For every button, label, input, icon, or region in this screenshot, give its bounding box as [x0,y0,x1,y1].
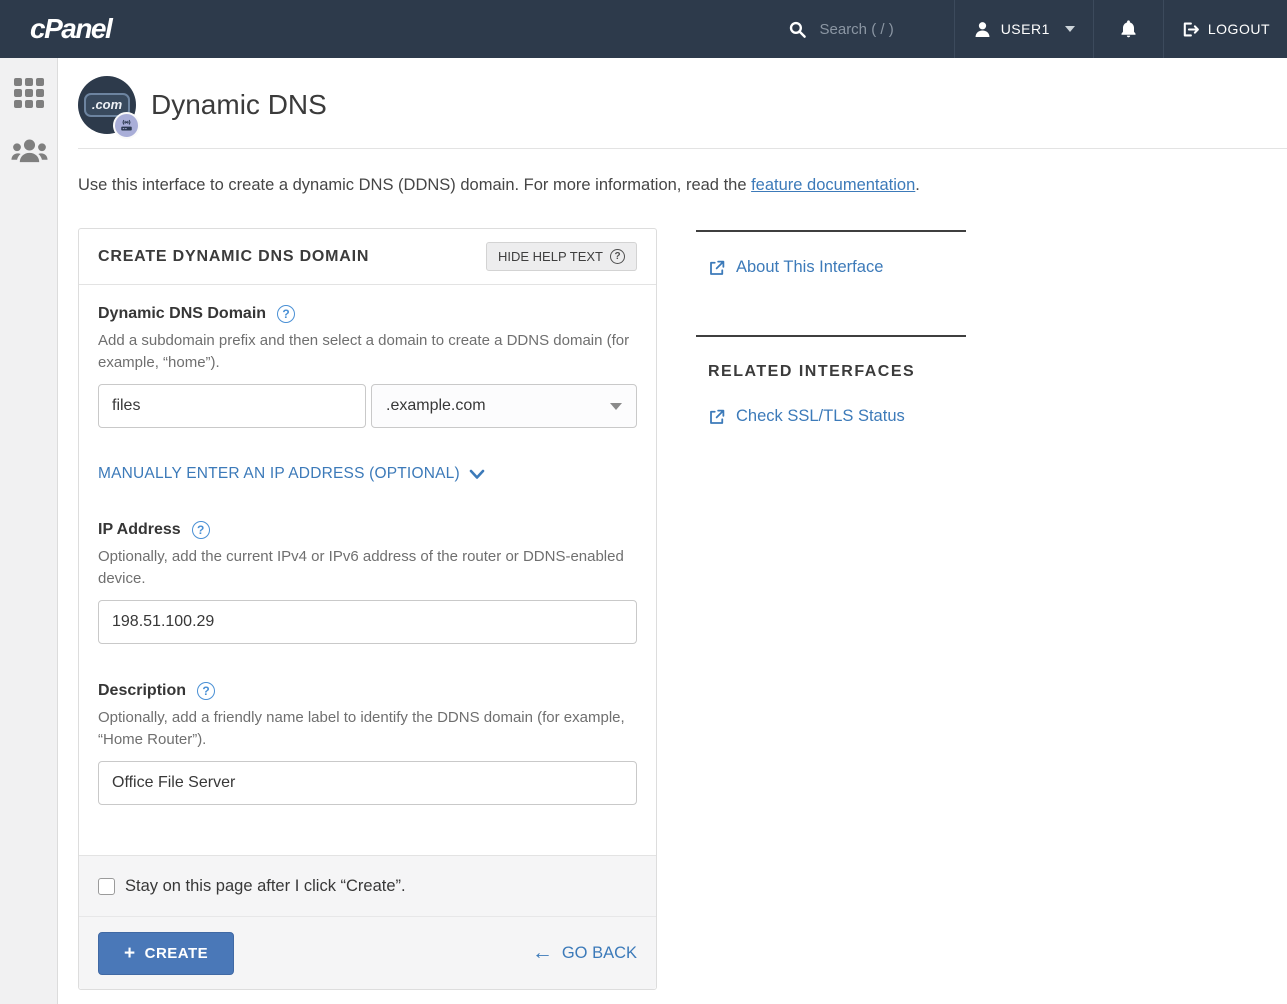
apps-grid-icon [14,78,44,108]
rail-gap [696,277,966,335]
domain-select[interactable]: .example.com [371,384,637,428]
stay-on-page-label[interactable]: Stay on this page after I click “Create”… [125,877,406,896]
select-caret-icon [610,403,622,410]
chevron-down-icon [469,469,485,480]
user-group-icon [11,137,48,165]
navbar-spacer [111,0,787,58]
description-field-group: Description ? Optionally, add a friendly… [98,682,637,805]
ip-field-help: Optionally, add the current IPv4 or IPv6… [98,546,637,590]
search-placeholder: Search ( / ) [820,21,894,38]
left-sidebar [0,58,58,1004]
logout-label: LOGOUT [1208,21,1270,37]
description-field-help: Optionally, add a friendly name label to… [98,707,637,751]
description-field-label: Description [98,682,186,700]
rail-divider-top [696,230,966,232]
caret-down-icon [1065,26,1075,32]
create-button[interactable]: + CREATE [98,932,234,975]
create-ddns-card: CREATE DYNAMIC DNS DOMAIN HIDE HELP TEXT… [78,228,657,990]
external-link-icon [708,259,726,277]
question-circle-icon: ? [610,249,625,264]
sidebar-item-tools[interactable] [0,58,58,108]
domain-field-group: Dynamic DNS Domain ? Add a subdomain pre… [98,305,637,428]
domain-field-help: Add a subdomain prefix and then select a… [98,330,637,374]
logout-icon [1181,20,1200,39]
description-help-icon[interactable]: ? [197,682,215,700]
check-ssl-label: Check SSL/TLS Status [736,407,905,426]
hide-help-text-label: HIDE HELP TEXT [498,249,603,264]
logout-button[interactable]: LOGOUT [1163,0,1287,58]
about-interface-link[interactable]: About This Interface [708,258,966,277]
dynamic-dns-app-icon: .com [78,76,136,134]
stay-on-page-row: Stay on this page after I click “Create”… [79,856,656,917]
card-body: Dynamic DNS Domain ? Add a subdomain pre… [79,285,656,855]
related-interfaces-heading: RELATED INTERFACES [708,363,966,381]
card-header: CREATE DYNAMIC DNS DOMAIN HIDE HELP TEXT… [79,229,656,285]
router-badge-icon [113,112,140,139]
page-header: .com Dynamic DNS [59,58,1287,134]
intro-text-before: Use this interface to create a dynamic D… [78,176,751,194]
domain-help-icon[interactable]: ? [277,305,295,323]
manual-ip-toggle-label: MANUALLY ENTER AN IP ADDRESS (OPTIONAL) [98,465,460,483]
right-rail: About This Interface RELATED INTERFACES … [696,228,966,426]
hide-help-text-button[interactable]: HIDE HELP TEXT ? [486,242,637,271]
ip-field-group: IP Address ? Optionally, add the current… [98,521,637,644]
manual-ip-toggle[interactable]: MANUALLY ENTER AN IP ADDRESS (OPTIONAL) [98,465,637,483]
ip-help-icon[interactable]: ? [192,521,210,539]
user-menu[interactable]: USER1 [954,0,1093,58]
description-input[interactable] [98,761,637,805]
about-interface-label: About This Interface [736,258,883,277]
top-navbar: cPanel Search ( / ) USER1 [0,0,1287,58]
external-link-icon [708,408,726,426]
page-title: Dynamic DNS [151,89,327,121]
card-footer: Stay on this page after I click “Create”… [79,855,656,989]
intro-text-after: . [915,176,920,194]
subdomain-input[interactable] [98,384,366,428]
domain-select-value: .example.com [386,397,486,415]
card-title: CREATE DYNAMIC DNS DOMAIN [98,248,369,266]
rail-divider-related [696,335,966,337]
go-back-link[interactable]: ← GO BACK [532,944,637,963]
intro-text: Use this interface to create a dynamic D… [78,176,1287,195]
user-icon [973,20,992,39]
header-divider [78,148,1287,149]
sidebar-item-user-manager[interactable] [0,137,58,165]
card-actions: + CREATE ← GO BACK [79,917,656,989]
ip-field-label: IP Address [98,521,181,539]
main-content: .com Dynamic DNS Use this interface to c… [59,58,1287,990]
check-ssl-link[interactable]: Check SSL/TLS Status [708,407,966,426]
go-back-label: GO BACK [562,944,637,963]
notifications-button[interactable] [1093,0,1163,58]
user-name: USER1 [1001,21,1050,37]
ip-address-input[interactable] [98,600,637,644]
bell-icon [1118,18,1139,40]
domain-field-label: Dynamic DNS Domain [98,305,266,323]
back-arrow-icon: ← [532,942,553,963]
search-box[interactable]: Search ( / ) [788,0,954,58]
search-icon [788,20,807,39]
cpanel-logo[interactable]: cPanel [30,0,111,58]
stay-on-page-checkbox[interactable] [98,878,115,895]
feature-documentation-link[interactable]: feature documentation [751,176,915,194]
create-button-label: CREATE [145,945,209,962]
plus-icon: + [124,944,136,963]
content-columns: CREATE DYNAMIC DNS DOMAIN HIDE HELP TEXT… [78,228,1287,990]
